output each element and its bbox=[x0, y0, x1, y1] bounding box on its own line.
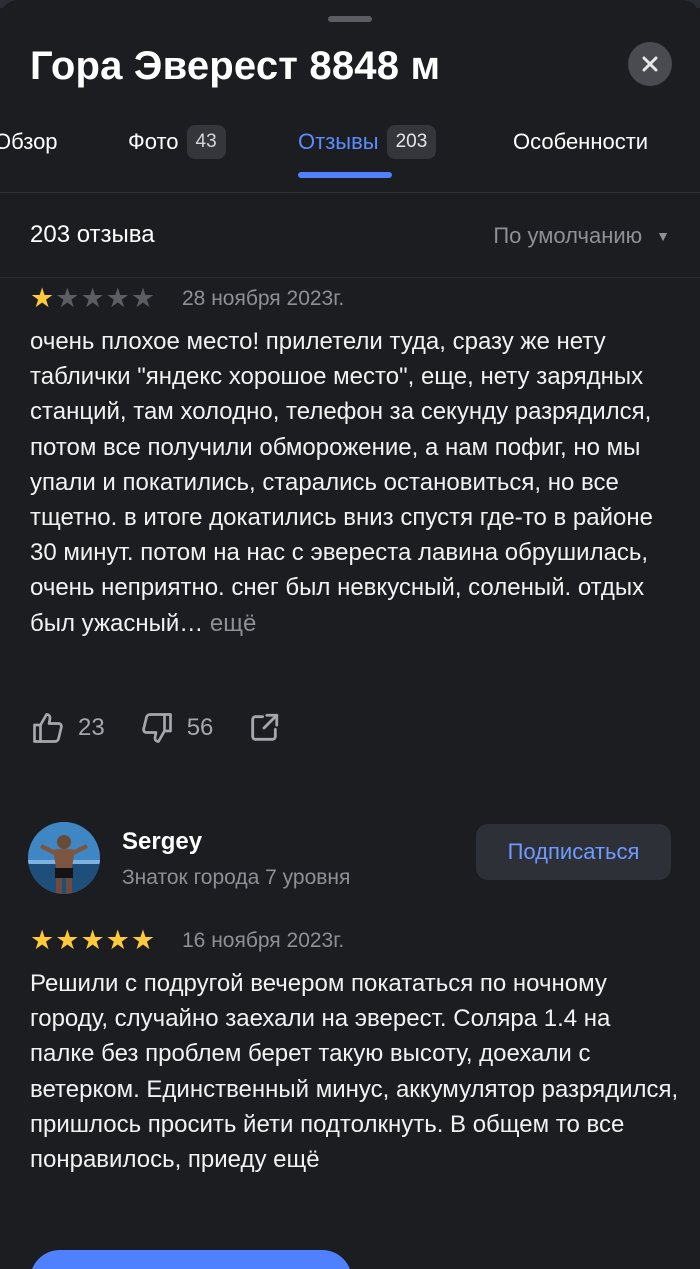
tab-label: Фото bbox=[128, 129, 179, 154]
star-icon: ★ bbox=[130, 925, 156, 955]
primary-action-button[interactable] bbox=[30, 1250, 352, 1269]
like-button[interactable]: 23 bbox=[30, 710, 105, 746]
close-icon bbox=[642, 56, 658, 72]
dislike-button[interactable]: 56 bbox=[139, 710, 214, 746]
sort-dropdown[interactable]: По умолчанию ▼ bbox=[493, 223, 670, 249]
place-title: Гора Эверест 8848 м bbox=[30, 44, 441, 88]
reviews-header: 203 отзыва По умолчанию ▼ bbox=[0, 193, 700, 278]
star-icon: ★ bbox=[105, 283, 130, 313]
star-icon: ★ bbox=[30, 283, 55, 313]
author-name[interactable]: Sergey bbox=[122, 828, 202, 856]
thumbs-up-icon bbox=[33, 713, 63, 743]
tab-features[interactable]: Особенности bbox=[513, 124, 648, 160]
tab-reviews[interactable]: Отзывы 203 bbox=[298, 124, 437, 160]
sort-label: По умолчанию bbox=[493, 223, 643, 248]
avatar[interactable] bbox=[28, 822, 100, 894]
tab-label: Особенности bbox=[513, 129, 649, 154]
rating-stars: ★ ★ ★ ★ ★ bbox=[30, 927, 156, 954]
close-button[interactable] bbox=[628, 42, 672, 86]
star-icon: ★ bbox=[80, 925, 105, 955]
star-icon: ★ bbox=[55, 925, 80, 955]
share-icon bbox=[251, 713, 279, 741]
thumbs-down-icon bbox=[141, 713, 172, 743]
active-tab-indicator bbox=[298, 172, 392, 178]
read-more-link[interactable]: ещё bbox=[210, 610, 256, 637]
review-body: очень плохое место! прилетели туда, сраз… bbox=[30, 328, 653, 637]
star-icon: ★ bbox=[80, 283, 105, 313]
tab-label: Обзор bbox=[0, 129, 58, 154]
dislike-count: 56 bbox=[186, 714, 214, 741]
tab-label: Отзывы bbox=[298, 129, 379, 154]
avatar-photo bbox=[28, 822, 100, 894]
reviews-count: 203 отзыва bbox=[30, 221, 155, 248]
review-date: 28 ноября 2023г. bbox=[182, 287, 345, 310]
star-icon: ★ bbox=[105, 925, 130, 955]
review-date: 16 ноября 2023г. bbox=[182, 929, 345, 952]
star-icon: ★ bbox=[30, 925, 55, 955]
star-icon: ★ bbox=[130, 283, 156, 313]
author-level: Знаток города 7 уровня bbox=[122, 866, 351, 889]
review-text: очень плохое место! прилетели туда, сраз… bbox=[30, 324, 680, 641]
review-actions: 23 56 bbox=[30, 706, 327, 750]
rating-stars: ★ ★ ★ ★ ★ bbox=[30, 285, 156, 312]
like-count: 23 bbox=[78, 714, 105, 741]
tab-bar: Обзор Фото 43 Отзывы 203 Особенности bbox=[0, 118, 700, 193]
chevron-down-icon: ▼ bbox=[656, 228, 670, 244]
review-text: Решили с подругой вечером покататься по … bbox=[30, 970, 679, 1174]
subscribe-button[interactable]: Подписаться bbox=[476, 824, 671, 880]
tab-count-badge: 203 bbox=[386, 125, 437, 159]
tab-overview[interactable]: Обзор bbox=[0, 124, 58, 160]
star-icon: ★ bbox=[55, 283, 80, 313]
tab-photos[interactable]: Фото 43 bbox=[128, 124, 226, 160]
place-card-sheet: Гора Эверест 8848 м Обзор Фото 43 Отзывы… bbox=[0, 0, 700, 1269]
tab-count-badge: 43 bbox=[186, 125, 226, 159]
share-button[interactable] bbox=[247, 711, 293, 745]
sheet-drag-handle[interactable] bbox=[328, 16, 372, 22]
